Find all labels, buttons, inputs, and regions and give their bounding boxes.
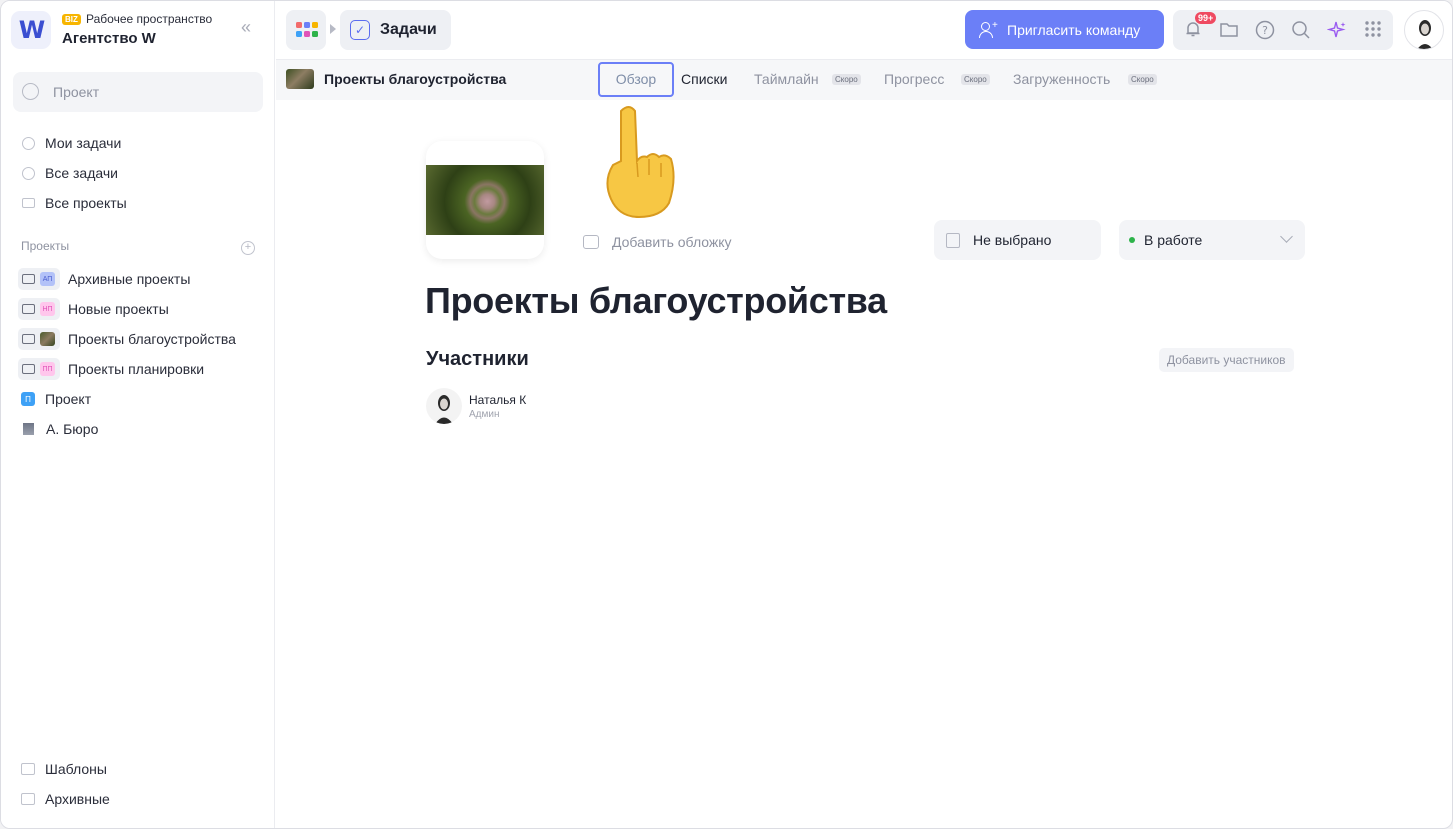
workspace-subtitle: Рабочее пространство (86, 12, 213, 26)
project-title: Проекты благоустройства (324, 71, 507, 87)
date-picker[interactable]: Не выбрано (934, 220, 1101, 260)
workspace-name: Агентство W (62, 30, 156, 47)
aerial-park-image (426, 165, 544, 235)
pointing-hand-icon (591, 101, 691, 221)
help-icon[interactable]: ? (1255, 20, 1275, 40)
building-icon (23, 423, 34, 435)
search-icon[interactable] (1291, 20, 1311, 40)
breadcrumb-arrow-icon (330, 24, 336, 34)
add-cover-label: Добавить обложку (612, 234, 732, 250)
tasks-section-button[interactable]: ✓ Задачи (340, 10, 451, 50)
svg-text:?: ? (1262, 24, 1268, 37)
project-badge: АП (40, 272, 55, 286)
folder-icon (21, 196, 35, 210)
folder-icon (22, 334, 35, 344)
status-dropdown[interactable]: В работе (1119, 220, 1305, 260)
project-item[interactable]: ПП Проекты планировки (18, 358, 204, 380)
invite-label: Пригласить команду (1007, 21, 1141, 38)
projects-section-title: Проекты (21, 239, 70, 253)
project-label: Проекты планировки (68, 361, 205, 377)
page-title: Проекты благоустройства (425, 280, 887, 321)
project-label: А. Бюро (46, 421, 99, 437)
project-item[interactable]: А. Бюро (18, 418, 98, 440)
project-label: Проект (45, 391, 92, 407)
project-item[interactable]: Проекты благоустройства (18, 328, 236, 350)
folder-icon (22, 304, 35, 314)
sidebar: W BIZ Рабочее пространство Агентство W «… (1, 1, 275, 828)
archive-icon (21, 793, 35, 805)
soon-badge: Скоро (832, 74, 861, 85)
folder-icon (22, 274, 35, 284)
templates-icon (21, 763, 35, 775)
image-add-icon (583, 235, 599, 249)
project-label: Проекты благоустройства (68, 331, 236, 347)
add-user-icon: + (979, 20, 998, 38)
nav-label: Шаблоны (45, 761, 107, 777)
member-avatar[interactable] (426, 388, 462, 424)
invite-team-button[interactable]: + Пригласить команду (965, 10, 1164, 49)
check-circle-icon (21, 166, 35, 180)
date-value: Не выбрано (973, 232, 1052, 248)
workspace-logo: W (11, 11, 51, 49)
folder-icon (22, 364, 35, 374)
toolbar-icons: 99+ ? (1173, 10, 1393, 50)
project-item[interactable]: НП Новые проекты (18, 298, 169, 320)
workspace-switcher[interactable]: W BIZ Рабочее пространство Агентство W « (11, 11, 271, 51)
soon-badge: Скоро (1128, 74, 1157, 85)
search-icon (22, 83, 39, 100)
checkbox-icon: ✓ (350, 20, 370, 40)
apps-grid-button[interactable] (286, 10, 326, 50)
user-avatar[interactable] (1404, 10, 1444, 50)
add-project-icon[interactable]: + (241, 241, 255, 255)
biz-badge: BIZ (62, 14, 81, 25)
members-heading: Участники (426, 348, 529, 370)
nav-archived[interactable]: Архивные (21, 788, 110, 810)
tab-lists[interactable]: Списки (681, 71, 727, 87)
tab-overview[interactable]: Обзор (598, 62, 674, 97)
nav-my-tasks[interactable]: Мои задачи (21, 132, 121, 154)
project-item[interactable]: АП Архивные проекты (18, 268, 190, 290)
tab-workload[interactable]: Загруженность (1013, 71, 1110, 87)
nav-label: Мои задачи (45, 135, 122, 151)
project-label: Архивные проекты (68, 271, 191, 287)
member-role: Админ (469, 409, 500, 420)
project-item[interactable]: П Проект (18, 388, 91, 410)
project-subbar: Проекты благоустройства Обзор Списки Тай… (276, 60, 1452, 100)
add-cover-button[interactable]: Добавить обложку (583, 234, 732, 250)
project-thumbnail (40, 332, 55, 346)
project-badge: П (21, 392, 35, 406)
nav-label: Архивные (45, 791, 110, 807)
soon-badge: Скоро (961, 74, 990, 85)
check-circle-icon (21, 136, 35, 150)
tab-timeline[interactable]: Таймлайн (754, 71, 819, 87)
project-badge: НП (40, 302, 55, 316)
nav-label: Все задачи (45, 165, 118, 181)
topbar: ✓ Задачи + Пригласить команду 99+ ? (276, 1, 1452, 60)
search-placeholder: Проект (53, 84, 100, 100)
notifications-badge: 99+ (1195, 12, 1217, 24)
section-title: Задачи (380, 21, 437, 38)
collapse-sidebar-icon[interactable]: « (241, 17, 251, 38)
add-members-button[interactable]: Добавить участников (1159, 348, 1294, 372)
chevron-down-icon (1280, 230, 1293, 243)
nav-label: Все проекты (45, 195, 127, 211)
status-value: В работе (1144, 232, 1203, 248)
project-thumbnail (286, 69, 314, 89)
ai-sparkle-icon[interactable] (1326, 20, 1347, 40)
project-label: Новые проекты (68, 301, 169, 317)
search-input[interactable]: Проект (13, 72, 263, 112)
folder-icon[interactable] (1219, 20, 1239, 40)
nav-all-projects[interactable]: Все проекты (21, 192, 127, 214)
calendar-icon (946, 232, 960, 248)
status-dot (1129, 237, 1135, 243)
apps-grid-icon[interactable] (1363, 20, 1383, 40)
project-cover-image[interactable] (426, 141, 544, 259)
project-badge: ПП (40, 362, 55, 376)
nav-templates[interactable]: Шаблоны (21, 758, 107, 780)
nav-all-tasks[interactable]: Все задачи (21, 162, 118, 184)
app-window: W BIZ Рабочее пространство Агентство W «… (0, 0, 1453, 829)
tab-progress[interactable]: Прогресс (884, 71, 944, 87)
member-name: Наталья К (469, 393, 527, 407)
